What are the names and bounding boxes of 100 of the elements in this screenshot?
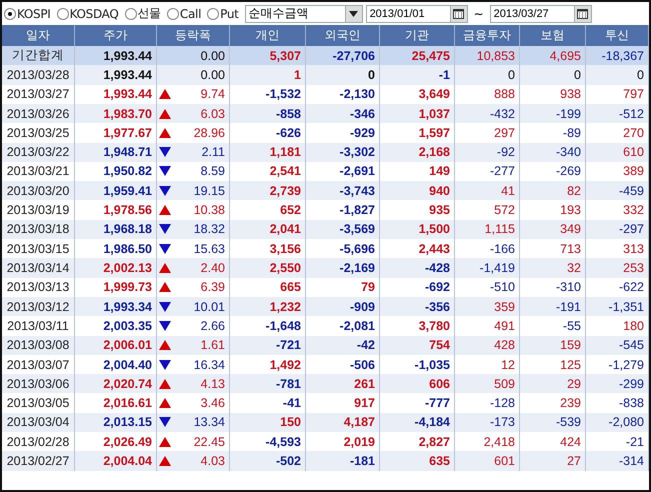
change-cell: 2.66 [200, 318, 225, 333]
value-cell: 2,041 [230, 220, 306, 240]
date-cell: 2013/02/28 [2, 432, 75, 452]
column-header[interactable]: 보험 [520, 25, 586, 46]
column-header[interactable]: 기관 [380, 25, 455, 46]
value-cell: -4,184 [380, 412, 455, 432]
value-cell: -199 [520, 104, 586, 124]
column-header[interactable]: 일자 [2, 25, 75, 46]
value-cell: 4,695 [520, 46, 586, 66]
column-header[interactable]: 금융투자 [455, 25, 520, 46]
date-cell: 기간합계 [2, 46, 75, 66]
up-triangle-icon [159, 378, 171, 389]
value-cell: -21 [586, 432, 649, 452]
down-triangle-icon [159, 417, 171, 428]
market-radio[interactable]: KOSDAQ [56, 6, 119, 20]
column-header[interactable]: 주가 [75, 25, 157, 46]
up-triangle-icon [159, 282, 171, 292]
value-cell: 5,307 [230, 46, 306, 66]
date-cell: 2013/03/08 [2, 336, 75, 355]
metric-dropdown[interactable]: 순매수금액 [244, 4, 363, 22]
value-cell: 159 [520, 336, 586, 355]
value-cell: -1,532 [230, 84, 306, 104]
value-cell: -3,569 [306, 220, 380, 240]
column-header[interactable]: 투신 [586, 25, 649, 46]
value-cell: 424 [520, 432, 586, 452]
value-cell: 2,168 [380, 142, 455, 162]
value-cell: -166 [455, 239, 520, 258]
change-cell: 19.15 [194, 184, 225, 198]
end-date-field[interactable]: 2013/03/27 [490, 4, 592, 22]
date-cell: 2013/03/26 [2, 104, 75, 124]
change-cell: 18.32 [194, 222, 225, 236]
price-cell: 2,013.15 [75, 412, 157, 432]
price-cell: 2,004.04 [75, 451, 157, 471]
start-date-field[interactable]: 2013/01/01 [366, 4, 468, 22]
value-cell: -512 [586, 104, 649, 124]
price-cell: 1,968.18 [75, 220, 157, 240]
date-cell: 2013/03/28 [2, 65, 75, 85]
value-cell: -3,302 [306, 142, 380, 162]
market-radio[interactable]: KOSPI [4, 6, 51, 20]
value-cell: 32 [520, 258, 586, 278]
price-cell: 1,999.73 [75, 278, 157, 297]
up-triangle-icon [159, 128, 171, 138]
value-cell: 754 [380, 336, 455, 355]
column-header[interactable]: 개인 [230, 25, 306, 46]
value-cell: -3,743 [306, 181, 380, 200]
market-radio[interactable]: 선물 [124, 5, 161, 22]
value-cell: 41 [455, 181, 520, 200]
value-cell: -459 [586, 181, 649, 200]
value-cell: -340 [520, 142, 586, 162]
value-cell: 797 [586, 84, 649, 104]
market-radio[interactable]: Call [166, 6, 202, 20]
value-cell: 0 [455, 65, 520, 85]
value-cell: 665 [230, 278, 306, 297]
date-cell: 2013/03/12 [2, 296, 75, 316]
up-triangle-icon [159, 456, 171, 466]
change-cell: 16.34 [194, 358, 225, 372]
value-cell: -92 [455, 142, 520, 162]
up-triangle-icon [159, 340, 171, 350]
down-triangle-icon [159, 302, 171, 312]
value-cell: -432 [455, 104, 520, 124]
value-cell: -299 [586, 374, 649, 394]
change-cell: 0.00 [200, 68, 225, 82]
value-cell: 1,500 [380, 220, 455, 240]
change-cell: 4.03 [200, 454, 225, 468]
value-cell: 1 [230, 65, 306, 85]
down-triangle-icon [159, 166, 171, 176]
value-cell: -781 [230, 374, 306, 394]
value-cell: 4,187 [306, 412, 380, 432]
column-header[interactable]: 외국인 [306, 25, 380, 46]
column-header[interactable]: 등락폭 [157, 25, 230, 46]
market-radio[interactable]: Put [207, 6, 239, 20]
value-cell: -42 [306, 336, 380, 355]
value-cell: -721 [230, 336, 306, 355]
date-cell: 2013/03/06 [2, 374, 75, 394]
calendar-icon [577, 8, 588, 18]
price-cell: 1,983.70 [75, 104, 157, 124]
value-cell: -5,696 [306, 239, 380, 258]
down-triangle-icon [159, 320, 171, 331]
value-cell: -4,593 [230, 432, 306, 452]
value-cell: 3,156 [230, 239, 306, 258]
date-cell: 2013/03/13 [2, 278, 75, 297]
change-cell: 1.61 [200, 338, 225, 352]
price-cell: 2,002.13 [75, 258, 157, 278]
value-cell: 1,115 [455, 220, 520, 240]
change-cell: 9.74 [200, 87, 225, 102]
price-cell: 2,020.74 [75, 374, 157, 394]
value-cell: 29 [520, 374, 586, 394]
up-triangle-icon [159, 262, 171, 273]
value-cell: 10,853 [455, 46, 520, 66]
value-cell: -545 [586, 336, 649, 355]
value-cell: 2,418 [455, 432, 520, 452]
date-cell: 2013/03/27 [2, 84, 75, 104]
change-cell: 10.38 [194, 203, 225, 218]
change-cell: 13.34 [194, 415, 225, 430]
value-cell: -909 [306, 296, 380, 316]
value-cell: -1,351 [586, 296, 649, 316]
change-cell: 3.46 [200, 396, 225, 410]
value-cell: 25,475 [380, 46, 455, 66]
range-separator: ~ [472, 6, 485, 20]
down-triangle-icon [159, 360, 171, 370]
